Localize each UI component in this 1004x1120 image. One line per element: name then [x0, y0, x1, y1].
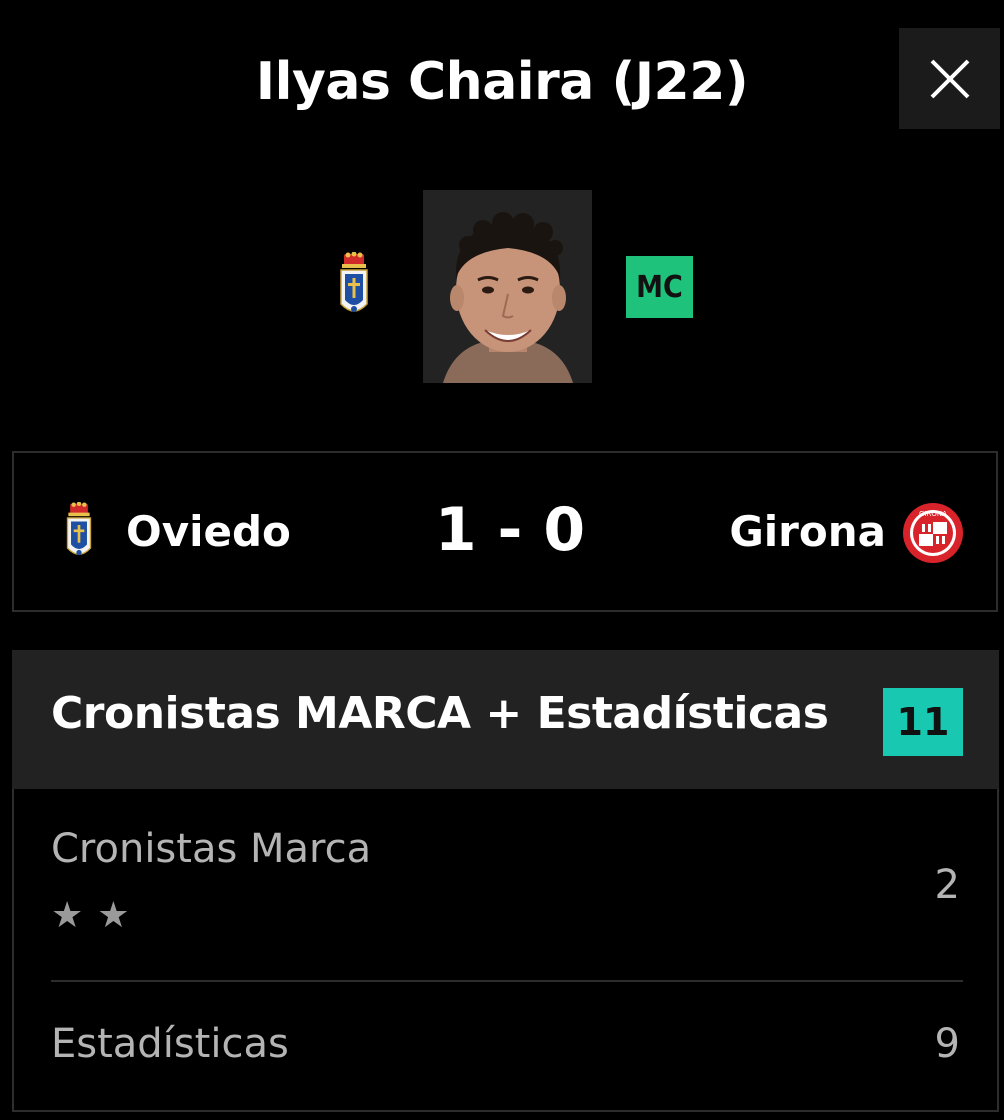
- home-team-crest-icon: [66, 502, 92, 556]
- player-photo: [423, 190, 592, 383]
- star-icon: ★: [97, 895, 130, 936]
- star-icon: ★: [51, 895, 84, 936]
- page-title: Ilyas Chaira (J22): [255, 52, 749, 112]
- match-score: 1 - 0: [434, 495, 586, 565]
- estadisticas-value: 9: [934, 1021, 960, 1067]
- total-score-badge: 11: [883, 688, 963, 756]
- estadisticas-label: Estadísticas: [51, 1021, 289, 1067]
- oviedo-crest-icon: [340, 252, 368, 312]
- svg-text:GIRONA: GIRONA: [919, 510, 947, 518]
- away-team-crest-icon: GIRONA: [903, 503, 963, 563]
- home-team-name: Oviedo: [126, 507, 291, 556]
- row-divider: [51, 980, 963, 982]
- cronistas-label: Cronistas Marca: [51, 826, 372, 872]
- cronistas-stars: ★ ★: [51, 898, 130, 934]
- close-icon: [930, 59, 969, 98]
- close-button[interactable]: [899, 28, 1000, 129]
- cronistas-value: 2: [934, 862, 960, 908]
- away-team-name: Girona: [729, 507, 886, 556]
- rating-header-title: Cronistas MARCA + Estadísticas: [51, 688, 829, 739]
- position-badge: MC: [626, 256, 693, 318]
